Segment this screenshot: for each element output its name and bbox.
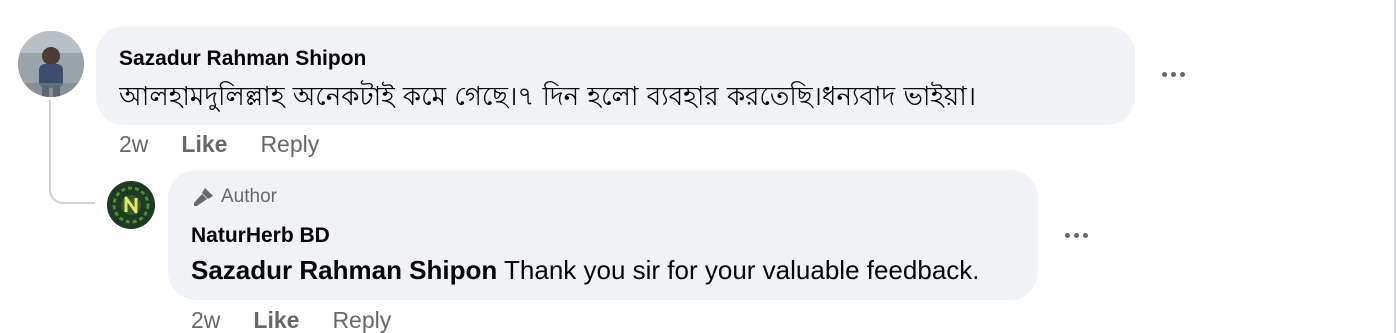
more-options-icon[interactable] — [1059, 225, 1093, 245]
author-badge-label: Author — [221, 186, 277, 207]
reply-button[interactable]: Reply — [332, 307, 391, 333]
comment-author-name[interactable]: Sazadur Rahman Shipon — [119, 47, 366, 71]
reply-message: Thank you sir for your valuable feedback… — [497, 255, 980, 285]
comment-thread: Sazadur Rahman Shipon আলহামদুলিল্লাহ অনে… — [0, 0, 1396, 333]
dot-icon — [1161, 71, 1167, 77]
comment-actions: 2w Like Reply — [119, 131, 319, 158]
comment-timestamp[interactable]: 2w — [119, 131, 148, 158]
reply-text: Sazadur Rahman Shipon Thank you sir for … — [191, 255, 980, 286]
reply-button[interactable]: Reply — [260, 131, 319, 158]
thread-connector-line — [49, 100, 95, 204]
dot-icon — [1170, 71, 1176, 77]
dot-icon — [1082, 232, 1088, 238]
reply-actions: 2w Like Reply — [191, 307, 391, 333]
dot-icon — [1179, 71, 1185, 77]
person-photo-icon — [18, 31, 84, 97]
author-badge: Author — [191, 186, 277, 208]
reply-author-name[interactable]: NaturHerb BD — [191, 224, 330, 248]
like-button[interactable]: Like — [181, 131, 227, 158]
more-options-icon[interactable] — [1156, 64, 1190, 84]
commenter-avatar[interactable] — [18, 31, 84, 97]
dot-icon — [1064, 232, 1070, 238]
page-avatar[interactable] — [107, 181, 155, 229]
reply-timestamp[interactable]: 2w — [191, 307, 220, 333]
comment-text: আলহামদুলিল্লাহ অনেকটাই কমে গেছে।৭ দিন হল… — [119, 82, 977, 112]
naturherb-logo-icon — [107, 181, 155, 229]
mentioned-user[interactable]: Sazadur Rahman Shipon — [191, 255, 497, 285]
like-button[interactable]: Like — [253, 307, 299, 333]
dot-icon — [1073, 232, 1079, 238]
microphone-icon — [194, 188, 213, 206]
